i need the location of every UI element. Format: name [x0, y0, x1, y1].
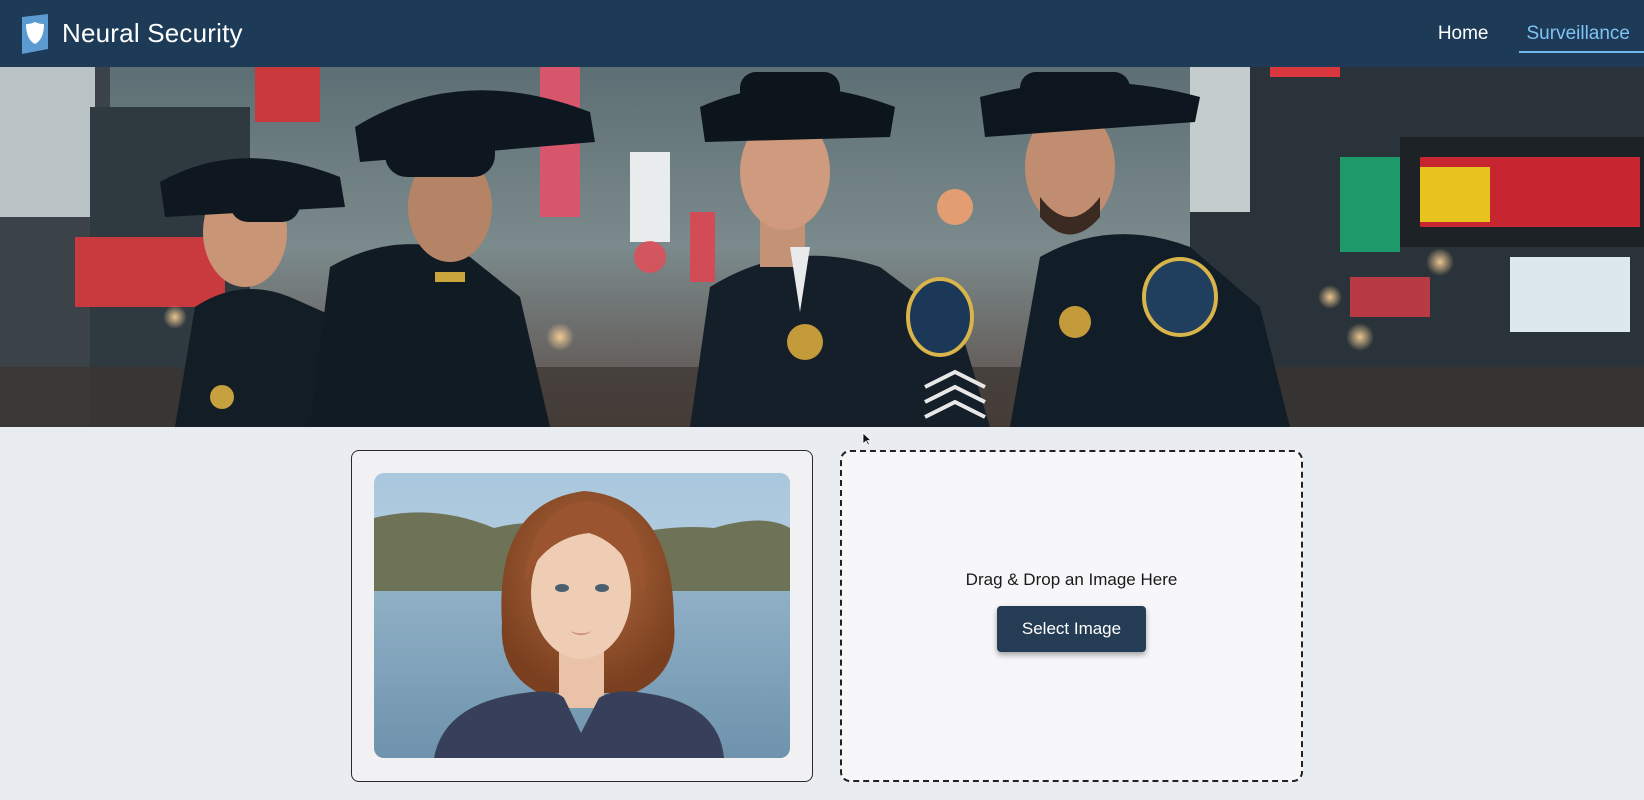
top-navbar: Neural Security Home Surveillance: [0, 0, 1644, 67]
brand-name: Neural Security: [62, 18, 243, 48]
mouse-pointer-icon: [862, 432, 872, 446]
select-image-button[interactable]: Select Image: [997, 606, 1146, 652]
main-nav: Home Surveillance: [1424, 0, 1644, 67]
shield-logo-icon: [22, 13, 48, 54]
nav-surveillance-link[interactable]: Surveillance: [1513, 0, 1644, 67]
image-drop-zone[interactable]: Drag & Drop an Image Here Select Image: [840, 450, 1303, 782]
uploaded-portrait-image: [374, 473, 790, 758]
nav-home-link[interactable]: Home: [1424, 0, 1503, 67]
drop-zone-instructions: Drag & Drop an Image Here: [965, 570, 1178, 589]
brand[interactable]: Neural Security: [20, 13, 243, 55]
image-preview-panel: [351, 450, 813, 782]
hero-banner-image: [0, 67, 1644, 427]
